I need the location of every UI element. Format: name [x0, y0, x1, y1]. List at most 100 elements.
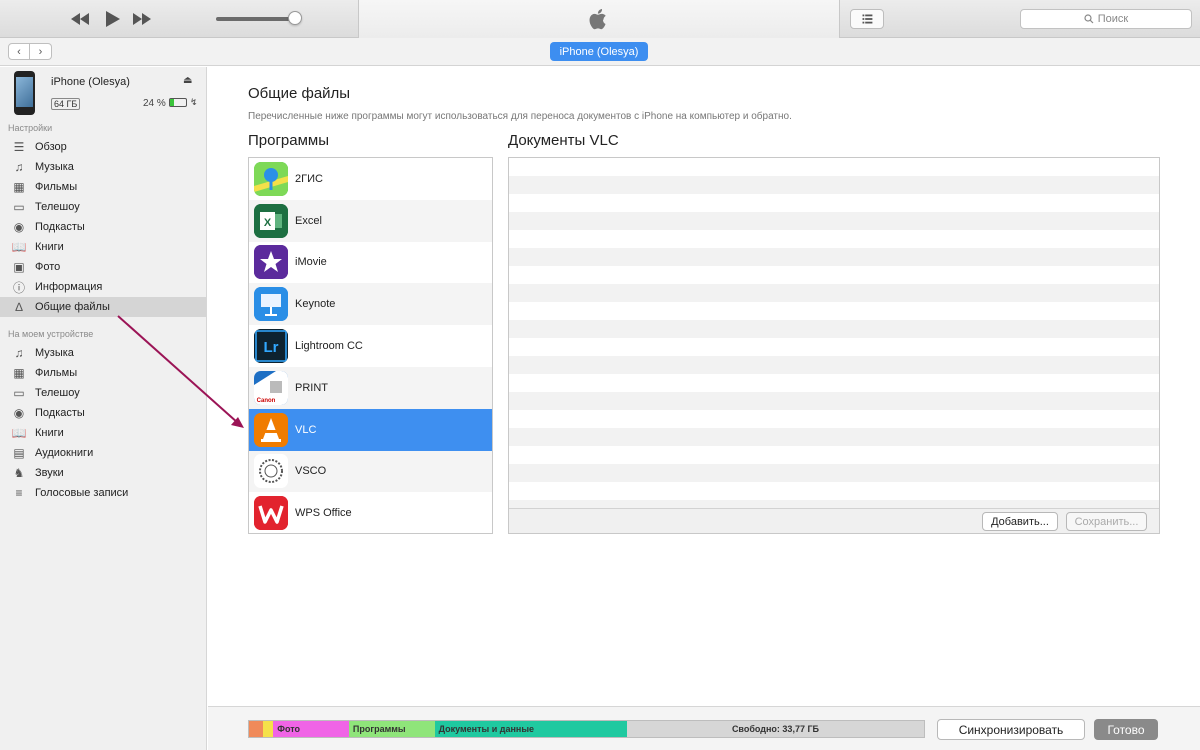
film-icon: ▦	[13, 366, 25, 380]
battery-percent: 24 %	[143, 98, 166, 109]
app-row[interactable]: 2ГИС	[249, 158, 492, 200]
charging-icon: ↯	[190, 97, 198, 107]
navigation-bar: ‹ › iPhone (Olesya)	[0, 38, 1200, 66]
storage-free-segment: Свободно: 33,77 ГБ	[626, 721, 924, 737]
sidebar-item[interactable]: 📖 Книги	[0, 237, 206, 257]
search-icon	[1084, 14, 1094, 24]
page-title: Общие файлы	[248, 85, 351, 102]
back-button[interactable]: ‹	[8, 43, 30, 60]
sidebar-item[interactable]: ∆ Общие файлы	[0, 297, 206, 317]
battery-icon	[169, 98, 187, 107]
done-button[interactable]: Готово	[1094, 719, 1158, 740]
apps-title: Программы	[248, 132, 330, 149]
settings-header: Настройки	[8, 123, 53, 133]
film-icon: ▦	[13, 180, 25, 194]
app-icon: Canon	[254, 370, 288, 405]
sidebar-item[interactable]: 📖 Книги	[0, 423, 206, 443]
chevron-right-icon: ›	[38, 45, 43, 58]
app-row[interactable]: X Excel	[249, 199, 492, 242]
svg-text:Canon: Canon	[257, 398, 276, 404]
sidebar-item-label: Подкасты	[35, 221, 85, 233]
list-view-button[interactable]	[850, 9, 884, 29]
storage-segment	[262, 721, 274, 737]
app-name: iMovie	[295, 256, 327, 269]
sidebar-item[interactable]: ≡ Голосовые записи	[0, 483, 206, 503]
sidebar-item[interactable]: ▦ Фильмы	[0, 177, 206, 197]
sidebar-item-label: Телешоу	[35, 201, 80, 213]
sidebar-item[interactable]: ♫ Музыка	[0, 343, 206, 363]
sidebar-item[interactable]: ♫ Музыка	[0, 157, 206, 177]
bottom-bar: Фото Программы Документы и данные Свободно:…	[208, 706, 1200, 750]
sidebar: iPhone (Olesya) ⏏ 64 ГБ 24 % ↯ Настройки…	[0, 67, 207, 750]
app-row[interactable]: Keynote	[249, 283, 492, 326]
tv-icon: ▭	[13, 200, 25, 214]
sidebar-item[interactable]: ☰ Обзор	[0, 137, 206, 157]
podcast-icon: ◉	[13, 220, 25, 234]
documents-list[interactable]: Добавить... Сохранить...	[508, 157, 1160, 534]
app-row[interactable]: VLC	[249, 408, 492, 451]
sidebar-item[interactable]: ▦ Фильмы	[0, 363, 206, 383]
app-row[interactable]: iMovie	[249, 242, 492, 284]
apple-logo-icon	[587, 6, 611, 32]
apps-list: 2ГИС X Excel iMovie Keynote Lr Lightroom CC Can…	[248, 157, 493, 534]
sync-button[interactable]: Синхронизировать	[937, 719, 1085, 740]
storage-segment: Программы	[348, 721, 435, 737]
app-name: Keynote	[295, 298, 336, 311]
sidebar-item-label: Звуки	[35, 467, 64, 479]
documents-footer: Добавить... Сохранить...	[509, 508, 1159, 533]
eject-icon[interactable]: ⏏	[183, 75, 192, 86]
sidebar-item-label: Фильмы	[35, 367, 78, 379]
sidebar-item[interactable]: ▭ Телешоу	[0, 383, 206, 403]
app-row[interactable]: Canon PRINT	[249, 366, 492, 409]
add-button[interactable]: Добавить...	[982, 512, 1058, 531]
app-icon: Lr	[254, 329, 288, 364]
toolbar: Поиск	[0, 0, 1200, 38]
voice-memo-icon: ≡	[15, 486, 23, 500]
sidebar-item-label: Музыка	[35, 347, 74, 359]
sidebar-item[interactable]: ▤ Аудиокниги	[0, 443, 206, 463]
fast-forward-icon[interactable]	[130, 9, 154, 29]
sidebar-item[interactable]: ⓘ Информация	[0, 277, 206, 297]
podcast-icon: ◉	[13, 406, 25, 420]
info-icon: ⓘ	[12, 280, 25, 295]
volume-slider[interactable]	[216, 17, 296, 21]
sidebar-item[interactable]: ▣ Фото	[0, 257, 206, 277]
app-row[interactable]: Lr Lightroom CC	[249, 325, 492, 367]
app-row[interactable]: WPS Office	[249, 492, 492, 533]
play-icon[interactable]	[100, 9, 124, 29]
app-name: PRINT	[295, 381, 328, 394]
app-icon	[254, 454, 288, 489]
app-name: 2ГИС	[295, 172, 323, 185]
search-placeholder: Поиск	[1097, 13, 1129, 25]
storage-segment: Фото	[273, 721, 349, 737]
book-icon: 📖	[11, 426, 27, 440]
sidebar-item[interactable]: ◉ Подкасты	[0, 403, 206, 423]
docs-title: Документы VLC	[508, 132, 619, 149]
sidebar-item[interactable]: ◉ Подкасты	[0, 217, 206, 237]
forward-button[interactable]: ›	[30, 43, 52, 60]
capacity-badge: 64 ГБ	[51, 98, 81, 110]
app-name: Excel	[295, 214, 322, 227]
app-icon	[254, 287, 288, 322]
sidebar-item-label: Информация	[35, 281, 103, 293]
device-summary[interactable]: iPhone (Olesya) ⏏ 64 ГБ 24 % ↯	[0, 67, 206, 119]
device-button[interactable]: iPhone (Olesya)	[550, 42, 648, 61]
volume-knob[interactable]	[288, 11, 302, 25]
page-description: Перечисленные ниже программы могут испол…	[248, 111, 792, 122]
summary-icon: ☰	[13, 140, 25, 154]
iphone-icon	[14, 71, 35, 115]
sidebar-item[interactable]: ♞ Звуки	[0, 463, 206, 483]
device-name: iPhone (Olesya)	[51, 76, 130, 88]
sidebar-item-label: Музыка	[35, 161, 74, 173]
search-input[interactable]: Поиск	[1020, 9, 1192, 29]
bell-icon: ♞	[13, 466, 25, 480]
app-icon	[254, 245, 288, 280]
sidebar-item-label: Общие файлы	[35, 301, 110, 313]
sidebar-item[interactable]: ▭ Телешоу	[0, 197, 206, 217]
save-button[interactable]: Сохранить...	[1066, 512, 1147, 531]
sidebar-item-label: Телешоу	[35, 387, 80, 399]
sidebar-item-label: Голосовые записи	[35, 487, 129, 499]
status-display	[358, 0, 840, 38]
app-row[interactable]: VSCO	[249, 450, 492, 493]
rewind-icon[interactable]	[68, 9, 92, 29]
